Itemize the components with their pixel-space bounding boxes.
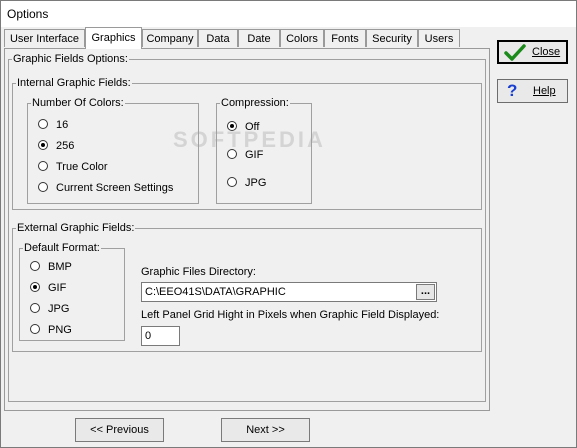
- previous-button[interactable]: << Previous: [75, 418, 164, 442]
- tab-data[interactable]: Data: [198, 29, 238, 47]
- help-button-label: Help: [533, 85, 556, 97]
- radio-button-selected[interactable]: [38, 140, 48, 150]
- external-graphic-fields-group: External Graphic Fields: Default Format:…: [12, 222, 482, 352]
- graphics-tab-panel: SOFTPEDIA Graphic Fields Options: Intern…: [4, 48, 490, 411]
- compression-group: Compression: Off GIF JPG: [216, 97, 312, 204]
- grid-height-value: 0: [145, 330, 152, 342]
- radio-button[interactable]: [38, 182, 48, 192]
- radio-label: Current Screen Settings: [56, 182, 174, 194]
- radio-button[interactable]: [227, 177, 237, 187]
- radio-label: 256: [56, 140, 75, 152]
- options-window: Options User Interface Graphics Company …: [0, 0, 577, 448]
- radio-label: BMP: [48, 261, 72, 273]
- radio-label: JPG: [48, 303, 70, 315]
- radio-button-selected[interactable]: [30, 282, 40, 292]
- tab-security[interactable]: Security: [366, 29, 418, 47]
- tab-colors[interactable]: Colors: [280, 29, 324, 47]
- browse-button[interactable]: ...: [416, 284, 435, 300]
- graphic-files-directory-label: Graphic Files Directory:: [141, 266, 256, 278]
- close-button-label: Close: [532, 46, 561, 58]
- radio-label: JPG: [245, 177, 267, 189]
- grid-height-input[interactable]: 0: [141, 326, 180, 346]
- question-mark-icon: ?: [507, 81, 518, 100]
- radio-button[interactable]: [30, 303, 40, 313]
- tab-users[interactable]: Users: [418, 29, 460, 47]
- tab-fonts[interactable]: Fonts: [324, 29, 366, 47]
- tab-company[interactable]: Company: [142, 29, 198, 47]
- next-button[interactable]: Next >>: [221, 418, 310, 442]
- radio-button[interactable]: [38, 119, 48, 129]
- radio-label: GIF: [48, 282, 67, 294]
- default-format-label: Default Format:: [24, 242, 100, 254]
- radio-label: GIF: [245, 149, 264, 161]
- radio-button-selected[interactable]: [227, 121, 237, 131]
- radio-button[interactable]: [30, 261, 40, 271]
- tab-date[interactable]: Date: [238, 29, 280, 47]
- external-graphic-fields-label: External Graphic Fields:: [17, 222, 135, 234]
- graphic-files-directory-input[interactable]: C:\EEO41S\DATA\GRAPHIC: [141, 282, 437, 302]
- window-title: Options: [7, 7, 49, 21]
- radio-button[interactable]: [38, 161, 48, 171]
- grid-height-label: Left Panel Grid Hight in Pixels when Gra…: [141, 309, 440, 321]
- title-bar: Options: [1, 1, 576, 27]
- radio-label: True Color: [56, 161, 108, 173]
- close-button[interactable]: Close: [497, 40, 568, 64]
- compression-label: Compression:: [221, 97, 289, 109]
- radio-label: Off: [245, 121, 260, 133]
- internal-graphic-fields-label: Internal Graphic Fields:: [17, 77, 131, 89]
- number-of-colors-label: Number Of Colors:: [32, 97, 124, 109]
- radio-label: 16: [56, 119, 69, 131]
- radio-button[interactable]: [30, 324, 40, 334]
- checkmark-icon: [504, 44, 526, 61]
- internal-graphic-fields-group: Internal Graphic Fields: Number Of Color…: [12, 77, 482, 210]
- tab-graphics[interactable]: Graphics: [85, 27, 142, 49]
- graphic-fields-options-label: Graphic Fields Options:: [13, 53, 128, 65]
- radio-button[interactable]: [227, 149, 237, 159]
- radio-label: PNG: [48, 324, 72, 336]
- help-button[interactable]: ? Help: [497, 79, 568, 103]
- directory-value: C:\EEO41S\DATA\GRAPHIC: [145, 286, 286, 298]
- graphic-fields-options-group: Graphic Fields Options: Internal Graphic…: [8, 53, 486, 402]
- tab-user-interface[interactable]: User Interface: [4, 29, 85, 47]
- default-format-group: Default Format: BMP GIF JPG PNG: [19, 242, 125, 341]
- number-of-colors-group: Number Of Colors: 16 256 True Color Curr…: [27, 97, 199, 204]
